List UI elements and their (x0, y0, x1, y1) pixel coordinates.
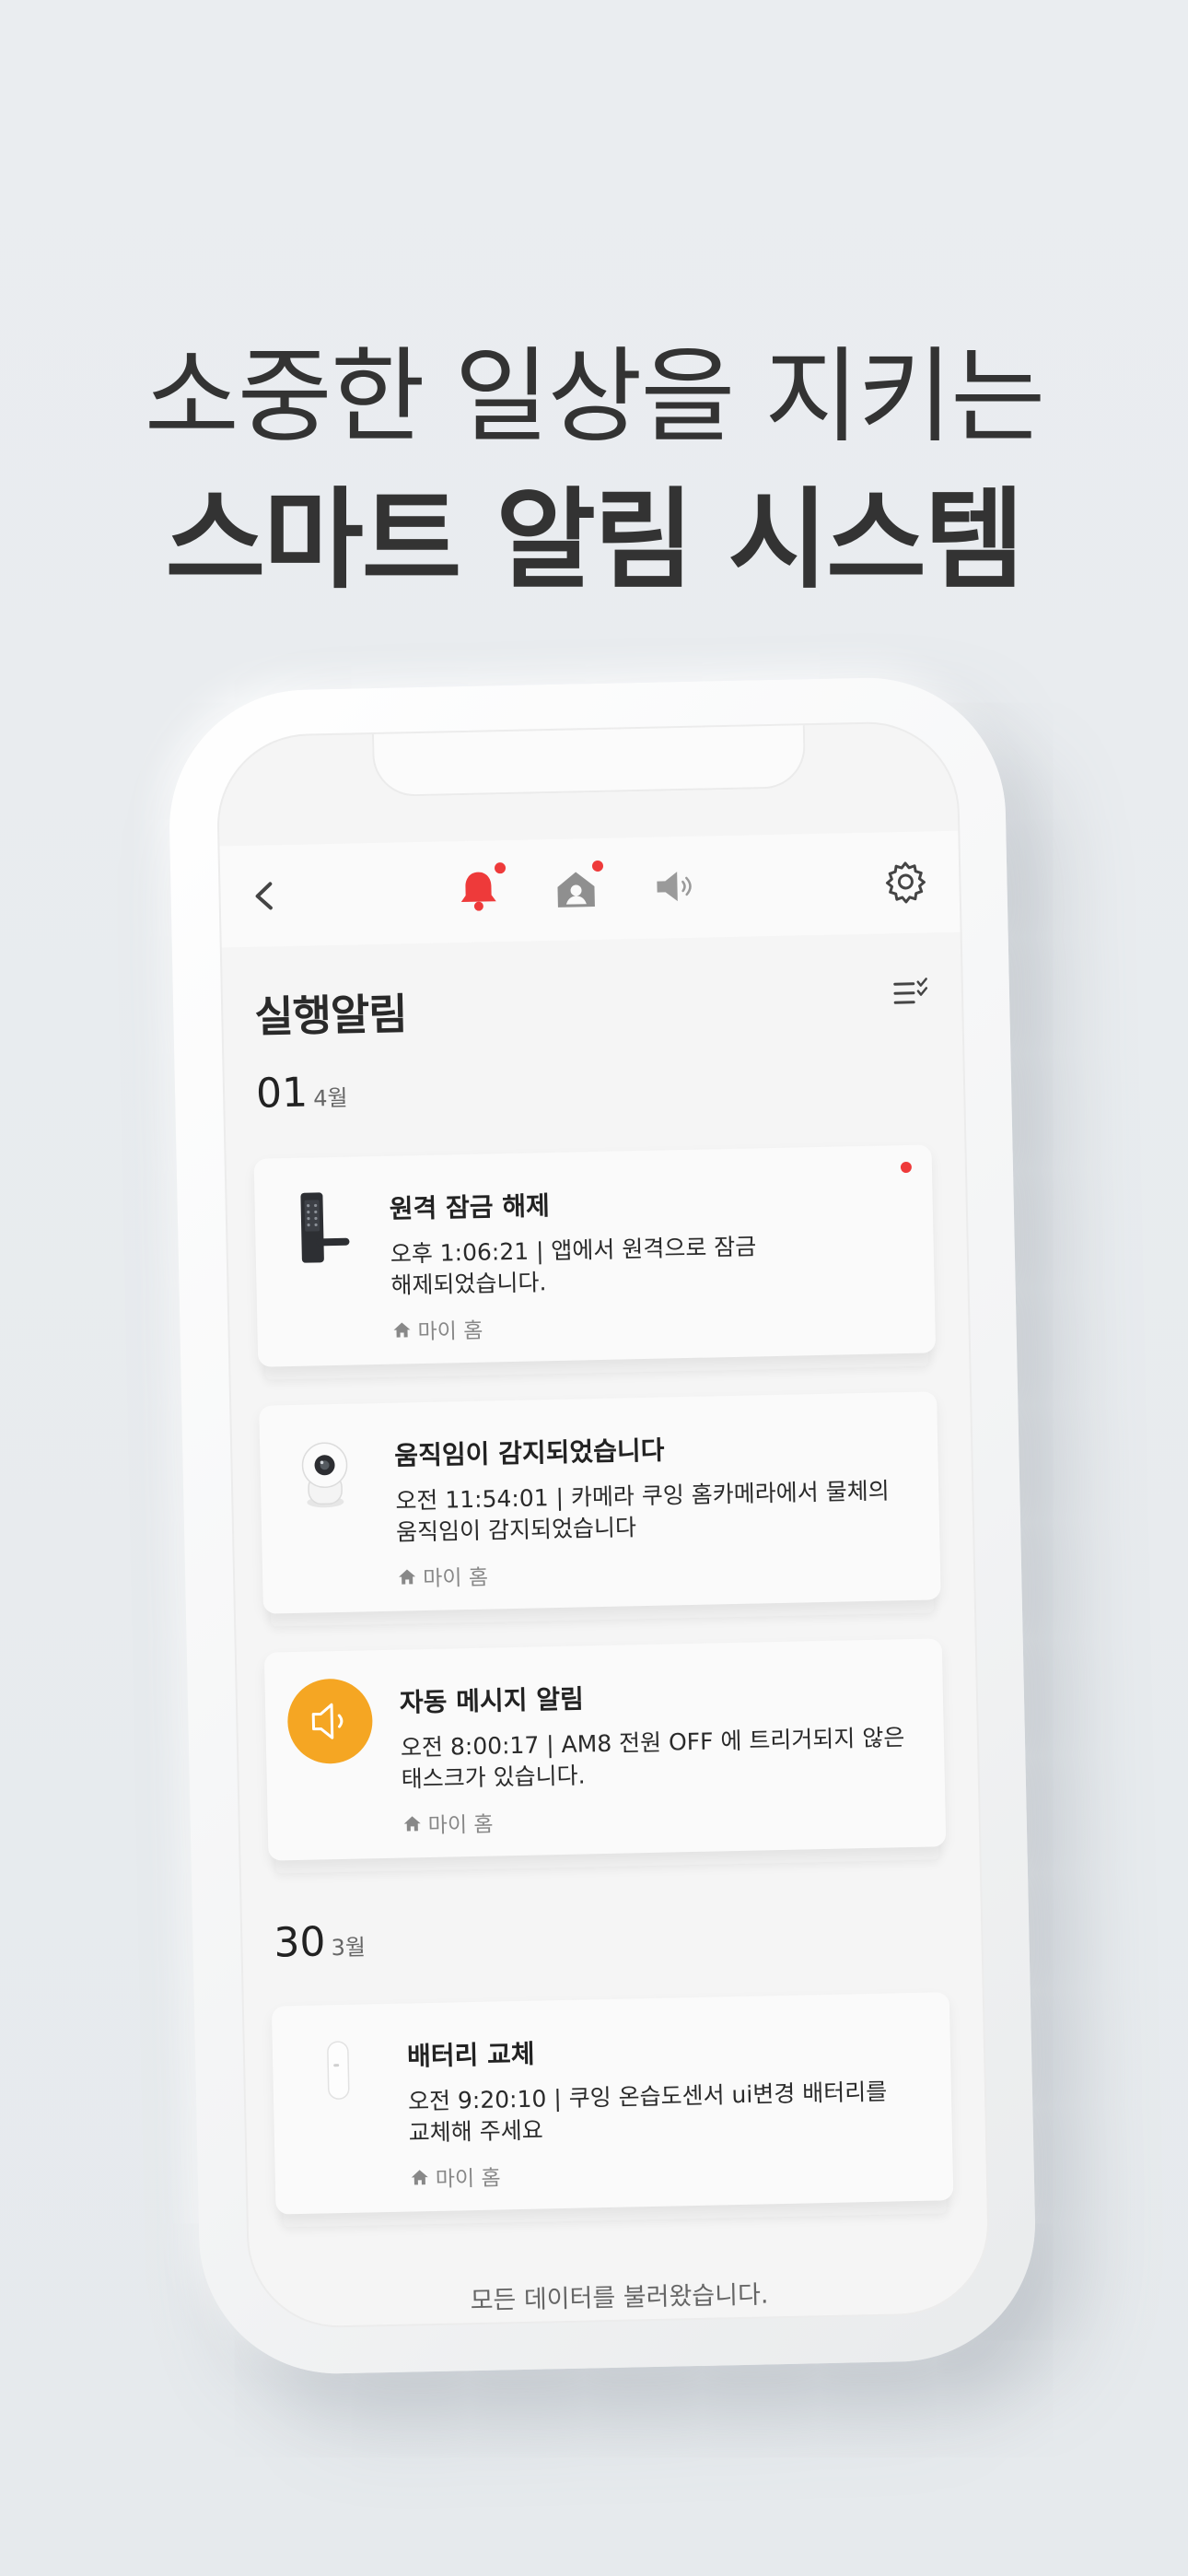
settings-button[interactable] (879, 855, 932, 907)
phone-mockup: 실행알림 01 4월 원격 잠금 해제 오후 1:06:21 | 앱에서 원격으… (166, 674, 1039, 2377)
sensor-icon (292, 2030, 382, 2120)
card-message: 오전 9:20:10 | 쿠잉 온습도센서 ui변경 배터리를 교체해 주세요 (407, 2078, 888, 2147)
door-lock-icon (274, 1182, 365, 1272)
date-day: 01 (255, 1069, 309, 1118)
card-location: 마이 홈 (391, 1313, 483, 1346)
hero-line-2: 스마트 알림 시스템 (165, 476, 1025, 603)
location-label: 마이 홈 (427, 1812, 494, 1839)
date-header: 30 3월 (274, 1917, 366, 1966)
tab-home-members[interactable] (548, 860, 604, 917)
page-title: 실행알림 (253, 989, 408, 1042)
speaker-icon (657, 872, 692, 902)
location-label: 마이 홈 (435, 2166, 501, 2192)
location-label: 마이 홈 (422, 1565, 489, 1592)
card-title: 자동 메시지 알림 (399, 1683, 585, 1718)
notification-card[interactable]: 움직임이 감지되었습니다 오전 11:54:01 | 카메라 쿠잉 홈카메라에서… (259, 1391, 941, 1614)
unread-indicator (900, 1161, 913, 1174)
top-navigation-bar (219, 830, 961, 948)
date-month: 4월 (312, 1084, 348, 1112)
camera-icon (280, 1429, 370, 1519)
hero-line-1: 소중한 일상을 지키는 (144, 337, 1046, 457)
home-icon (403, 1816, 421, 1832)
tab-speaker[interactable] (646, 859, 702, 915)
home-icon (399, 1569, 416, 1585)
card-location: 마이 홈 (402, 1807, 494, 1840)
notification-card[interactable]: 원격 잠금 해제 오후 1:06:21 | 앱에서 원격으로 잠금 해제되었습니… (253, 1144, 937, 1367)
card-message: 오후 1:06:21 | 앱에서 원격으로 잠금 해제되었습니다. (390, 1233, 757, 1299)
card-message: 오전 8:00:17 | AM8 전원 OFF 에 트리거되지 않은 태스크가 … (400, 1724, 905, 1793)
phone-screen: 실행알림 01 4월 원격 잠금 해제 오후 1:06:21 | 앱에서 원격으… (215, 720, 992, 2330)
chevron-left-icon (255, 882, 273, 910)
card-location: 마이 홈 (409, 2160, 501, 2193)
notification-card[interactable]: 배터리 교체 오전 9:20:10 | 쿠잉 온습도센서 ui변경 배터리를 교… (271, 1992, 954, 2215)
speaker-badge-icon (285, 1676, 375, 1766)
date-day: 30 (273, 1918, 326, 1967)
list-check-icon (893, 978, 928, 1004)
phone-notch (371, 723, 807, 798)
card-title: 배터리 교체 (406, 2038, 535, 2072)
filter-button[interactable] (887, 969, 934, 1016)
list-end-message: 모든 데이터를 불러왔습니다. (470, 2280, 769, 2316)
back-button[interactable] (246, 872, 284, 919)
date-month: 3월 (331, 1934, 367, 1961)
location-label: 마이 홈 (417, 1318, 483, 1345)
home-icon (393, 1322, 411, 1338)
card-title: 움직임이 감지되었습니다 (394, 1434, 665, 1471)
notification-card[interactable]: 자동 메시지 알림 오전 8:00:17 | AM8 전원 OFF 에 트리거되… (263, 1638, 947, 1861)
card-title: 원격 잠금 해제 (389, 1190, 551, 1224)
date-header: 01 4월 (256, 1069, 348, 1118)
card-message: 오전 11:54:01 | 카메라 쿠잉 홈카메라에서 물체의 움직임이 감지되… (395, 1477, 890, 1546)
gear-icon (885, 861, 926, 904)
tab-notifications[interactable] (450, 862, 507, 919)
card-location: 마이 홈 (397, 1560, 488, 1593)
home-icon (411, 2170, 428, 2185)
